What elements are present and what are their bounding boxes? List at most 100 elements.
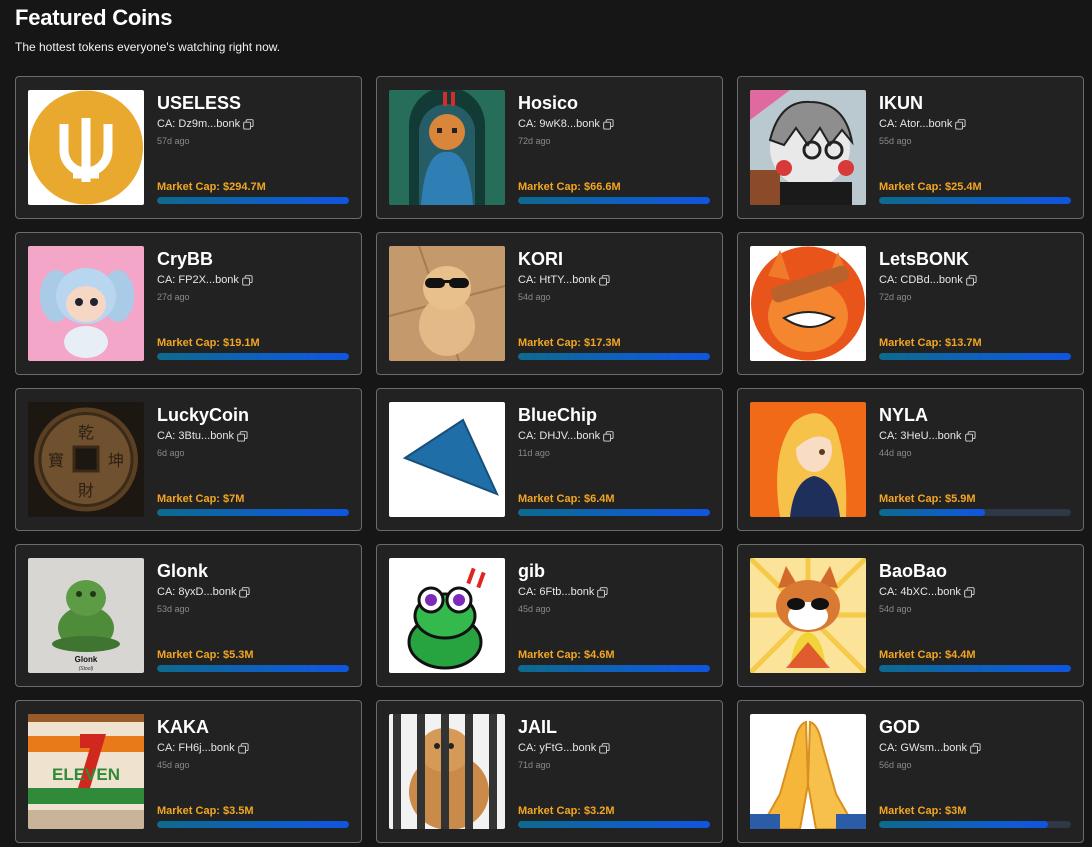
copy-icon[interactable]	[237, 431, 248, 442]
copy-icon[interactable]	[603, 119, 614, 130]
copy-icon[interactable]	[242, 275, 253, 286]
coin-card-crybb[interactable]: CryBB CA: FP2X...bonk 27d ago Market Cap…	[15, 232, 362, 375]
page-subtitle: The hottest tokens everyone's watching r…	[15, 40, 281, 54]
coin-age: 27d ago	[157, 292, 190, 302]
market-cap: Market Cap: $3M	[879, 805, 967, 817]
market-cap-progress-bar	[879, 821, 1071, 828]
market-cap-progress-fill	[518, 197, 710, 204]
market-cap-progress-bar	[157, 509, 349, 516]
coin-age: 56d ago	[879, 760, 912, 770]
market-cap: Market Cap: $4.4M	[879, 649, 976, 661]
market-cap: Market Cap: $294.7M	[157, 181, 266, 193]
copy-icon[interactable]	[964, 431, 976, 442]
featured-coins-page: Featured Coins The hottest tokens everyo…	[0, 0, 1092, 847]
contract-address-text: CA: yFtG...bonk	[518, 742, 597, 754]
contract-address: CA: yFtG...bonk	[518, 742, 610, 755]
market-cap-progress-fill	[518, 665, 710, 672]
contract-address: CA: Ator...bonk	[879, 118, 966, 131]
coin-age: 72d ago	[879, 292, 912, 302]
copy-icon[interactable]	[597, 587, 608, 598]
contract-address-text: CA: 4bXC...bonk	[879, 586, 961, 598]
contract-address: CA: 6Ftb...bonk	[518, 586, 608, 599]
contract-address: CA: FH6j...bonk	[157, 742, 249, 755]
contract-address-text: CA: 3HeU...bonk	[879, 430, 962, 442]
coin-card-kori[interactable]: KORI CA: HtTY...bonk 54d ago Market Cap:…	[376, 232, 723, 375]
market-cap-progress-fill	[518, 509, 710, 516]
coin-age: 72d ago	[518, 136, 551, 146]
copy-icon[interactable]	[599, 275, 610, 286]
market-cap: Market Cap: $66.6M	[518, 181, 621, 193]
contract-address: CA: 8yxD...bonk	[157, 586, 251, 599]
coin-name: KORI	[518, 249, 563, 269]
coin-age: 45d ago	[157, 760, 190, 770]
coin-card-bluechip[interactable]: BlueChip CA: DHJV...bonk 11d ago Market …	[376, 388, 723, 531]
market-cap-progress-fill	[157, 821, 349, 828]
contract-address: CA: FP2X...bonk	[157, 274, 253, 287]
copy-icon[interactable]	[970, 743, 981, 754]
coin-age: 6d ago	[157, 448, 185, 458]
copy-icon[interactable]	[239, 587, 251, 598]
coin-name: USELESS	[157, 93, 242, 113]
coin-card-luckycoin[interactable]: 乾 財 寶 坤 LuckyCoin CA: 3Btu...bonk 6d ago…	[15, 388, 362, 531]
copy-icon[interactable]	[603, 431, 614, 442]
coin-card-nyla[interactable]: NYLA CA: 3HeU...bonk 44d ago Market Cap:…	[737, 388, 1084, 531]
market-cap-progress-bar	[879, 197, 1071, 204]
coin-card-baobao[interactable]: BaoBao CA: 4bXC...bonk 54d ago Market Ca…	[737, 544, 1084, 687]
svg-text:寶: 寶	[48, 451, 64, 470]
coin-card-glonk[interactable]: Glonk (Stool) Glonk CA: 8yxD...bonk 53d …	[15, 544, 362, 687]
copy-icon[interactable]	[965, 275, 977, 286]
coin-age: 44d ago	[879, 448, 912, 458]
contract-address-text: CA: GWsm...bonk	[879, 742, 968, 754]
contract-address: CA: GWsm...bonk	[879, 742, 981, 755]
contract-address: CA: 4bXC...bonk	[879, 586, 975, 599]
market-cap-progress-fill	[157, 665, 349, 672]
market-cap-progress-bar	[518, 821, 710, 828]
coin-card-useless[interactable]: USELESS CA: Dz9m...bonk 57d ago Market C…	[15, 76, 362, 219]
market-cap-progress-fill	[879, 353, 1071, 360]
coin-card-hosico[interactable]: Hosico CA: 9wK8...bonk 72d ago Market Ca…	[376, 76, 723, 219]
market-cap: Market Cap: $13.7M	[879, 337, 982, 349]
coin-name: NYLA	[879, 405, 928, 425]
coin-card-letsbonk[interactable]: LetsBONK CA: CDBd...bonk 72d ago Market …	[737, 232, 1084, 375]
market-cap-progress-bar	[879, 665, 1071, 672]
coin-image-crybb	[28, 246, 144, 361]
coin-card-ikun[interactable]: IKUN CA: Ator...bonk 55d ago Market Cap:…	[737, 76, 1084, 219]
market-cap: Market Cap: $7M	[157, 493, 245, 505]
coin-age: 54d ago	[518, 292, 551, 302]
contract-address-text: CA: DHJV...bonk	[518, 430, 601, 442]
market-cap: Market Cap: $5.3M	[157, 649, 254, 661]
contract-address: CA: DHJV...bonk	[518, 430, 614, 443]
coin-card-kaka[interactable]: ELEVEN KAKA CA: FH6j...bonk 45d ago Mark…	[15, 700, 362, 843]
coin-card-gib[interactable]: gib CA: 6Ftb...bonk 45d ago Market Cap: …	[376, 544, 723, 687]
market-cap: Market Cap: $3.2M	[518, 805, 615, 817]
coin-age: 53d ago	[157, 604, 190, 614]
coin-image-gib	[389, 558, 505, 673]
contract-address: CA: HtTY...bonk	[518, 274, 610, 287]
market-cap-progress-bar	[157, 821, 349, 828]
market-cap-progress-bar	[157, 197, 349, 204]
market-cap: Market Cap: $6.4M	[518, 493, 615, 505]
market-cap-progress-bar	[157, 353, 349, 360]
coin-age: 11d ago	[518, 448, 550, 458]
market-cap-progress-fill	[879, 509, 985, 516]
contract-address-text: CA: 3Btu...bonk	[157, 430, 235, 442]
coin-card-god[interactable]: GOD CA: GWsm...bonk 56d ago Market Cap: …	[737, 700, 1084, 843]
kaka-sign: ELEVEN	[52, 765, 120, 784]
copy-icon[interactable]	[243, 119, 254, 130]
coin-card-jail[interactable]: JAIL CA: yFtG...bonk 71d ago Market Cap:…	[376, 700, 723, 843]
coin-image-nyla	[750, 402, 866, 517]
copy-icon[interactable]	[964, 587, 975, 598]
svg-text:財: 財	[78, 481, 94, 500]
contract-address-text: CA: CDBd...bonk	[879, 274, 963, 286]
market-cap: Market Cap: $4.6M	[518, 649, 615, 661]
contract-address: CA: Dz9m...bonk	[157, 118, 254, 131]
contract-address-text: CA: 9wK8...bonk	[518, 118, 600, 130]
coin-image-letsbonk	[750, 246, 866, 361]
market-cap: Market Cap: $19.1M	[157, 337, 260, 349]
copy-icon[interactable]	[237, 743, 249, 754]
copy-icon[interactable]	[599, 743, 610, 754]
market-cap: Market Cap: $17.3M	[518, 337, 621, 349]
copy-icon[interactable]	[955, 119, 966, 130]
coin-grid: USELESS CA: Dz9m...bonk 57d ago Market C…	[15, 76, 1084, 843]
contract-address-text: CA: 8yxD...bonk	[157, 586, 237, 598]
